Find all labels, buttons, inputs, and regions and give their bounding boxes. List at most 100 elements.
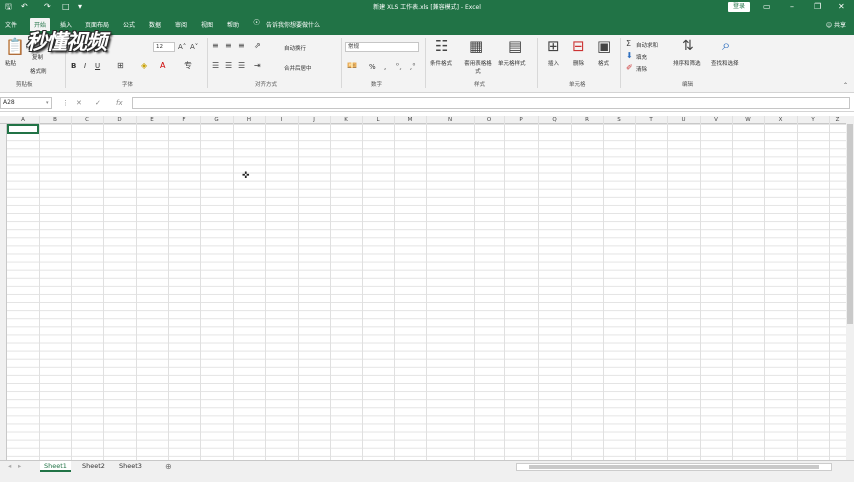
tab-file[interactable]: 文件 (5, 20, 17, 29)
align-center-icon[interactable]: ☰ (225, 61, 232, 71)
horizontal-scrollbar[interactable] (516, 463, 832, 471)
grow-font-icon[interactable]: A˄ (178, 42, 186, 52)
share-button[interactable]: ☺ 共享 (826, 20, 846, 29)
conditional-format-button[interactable]: 条件格式 (430, 59, 452, 67)
underline-button[interactable]: U (95, 62, 100, 70)
column-header-p[interactable]: P (504, 116, 538, 124)
tab-review[interactable]: 审阅 (175, 20, 187, 29)
comma-button[interactable]: , (384, 63, 386, 71)
login-button[interactable]: 登录 (728, 2, 750, 12)
column-header-l[interactable]: L (362, 116, 394, 124)
ribbon-display-icon[interactable]: ▭ (763, 1, 771, 13)
column-header-d[interactable]: D (103, 116, 136, 124)
sheet-tab-2[interactable]: Sheet2 (78, 461, 109, 472)
format-as-table-icon[interactable]: ▦ (469, 39, 483, 54)
paste-button[interactable]: 粘贴 (5, 59, 16, 67)
cell-styles-icon[interactable]: ▤ (508, 39, 522, 54)
merge-center-button[interactable]: 合并后居中 (284, 64, 312, 72)
column-header-e[interactable]: E (136, 116, 168, 124)
column-header-v[interactable]: V (700, 116, 732, 124)
format-cells-button[interactable]: 格式 (598, 59, 609, 67)
row-headers[interactable] (0, 124, 7, 460)
column-header-y[interactable]: Y (797, 116, 829, 124)
column-header-x[interactable]: X (764, 116, 797, 124)
restore-icon[interactable]: ❐ (814, 1, 821, 13)
cell-styles-button[interactable]: 单元格样式 (498, 59, 526, 67)
plus-circle-icon[interactable]: ⊕ (161, 461, 176, 472)
insert-function-button[interactable]: fx (116, 97, 123, 109)
next-sheet-icon[interactable]: ▸ (14, 461, 25, 472)
column-header-u[interactable]: U (667, 116, 700, 124)
column-header-s[interactable]: S (603, 116, 635, 124)
align-middle-icon[interactable]: ≡ (225, 41, 232, 51)
tab-view[interactable]: 视图 (201, 20, 213, 29)
column-header-a[interactable]: A (7, 116, 39, 124)
cell-grid[interactable] (0, 124, 846, 460)
italic-button[interactable]: I (84, 62, 86, 70)
formula-input[interactable] (132, 97, 850, 109)
minimize-icon[interactable]: – (790, 1, 794, 13)
column-header-n[interactable]: N (426, 116, 474, 124)
percent-button[interactable]: % (369, 63, 376, 71)
find-select-button[interactable]: 查找和选择 (711, 59, 739, 67)
tab-formulas[interactable]: 公式 (123, 20, 135, 29)
column-header-q[interactable]: Q (538, 116, 571, 124)
align-bottom-icon[interactable]: ≡ (238, 41, 245, 51)
column-header-t[interactable]: T (635, 116, 667, 124)
borders-icon[interactable]: ⊞ (117, 61, 124, 71)
delete-cells-icon[interactable]: ⊟ (572, 39, 585, 54)
enter-icon[interactable]: ✓ (95, 97, 101, 109)
align-top-icon[interactable]: ≡ (212, 41, 219, 51)
column-header-h[interactable]: H (233, 116, 265, 124)
column-header-w[interactable]: W (732, 116, 764, 124)
indent-icon[interactable]: ⇥ (254, 61, 261, 71)
paste-icon[interactable]: 📋 (5, 39, 25, 55)
clear-button[interactable]: 清除 (636, 65, 647, 73)
font-color-icon[interactable]: A (160, 61, 165, 71)
column-header-g[interactable]: G (200, 116, 233, 124)
bold-button[interactable]: B (71, 62, 76, 70)
collapse-ribbon-icon[interactable]: ⌃ (843, 81, 848, 91)
sheet-tab-1[interactable]: Sheet1 (40, 461, 71, 472)
orientation-icon[interactable]: ⇗ (254, 41, 261, 51)
sort-filter-button[interactable]: 排序和筛选 (673, 59, 701, 67)
currency-icon[interactable]: 💴 (347, 61, 357, 71)
conditional-format-icon[interactable]: ☷ (435, 39, 448, 54)
search-icon[interactable]: ⌕ (722, 38, 730, 53)
sheet-tab-3[interactable]: Sheet3 (115, 461, 146, 472)
fill-color-icon[interactable]: ◈ (141, 61, 147, 71)
align-right-icon[interactable]: ☰ (238, 61, 245, 71)
name-box-dropdown-icon[interactable]: ▾ (46, 97, 49, 109)
vertical-scroll-thumb[interactable] (847, 124, 853, 324)
increase-decimal-icon[interactable]: ⁰¸ (396, 61, 402, 71)
horizontal-scroll-thumb[interactable] (529, 465, 819, 469)
decrease-decimal-icon[interactable]: ¸⁰ (409, 61, 415, 71)
font-size-select[interactable]: 12 (153, 42, 175, 52)
active-cell[interactable] (7, 124, 39, 134)
sort-filter-icon[interactable]: ⇅ (682, 39, 694, 53)
cancel-icon[interactable]: ✕ (76, 97, 82, 109)
column-header-c[interactable]: C (71, 116, 103, 124)
format-cells-icon[interactable]: ▣ (597, 39, 611, 54)
phonetic-icon[interactable]: 专 (184, 61, 192, 71)
drag-handle-icon[interactable]: ⋮ (62, 97, 69, 109)
insert-cells-icon[interactable]: ⊞ (547, 39, 560, 54)
column-header-r[interactable]: R (571, 116, 603, 124)
column-header-b[interactable]: B (39, 116, 71, 124)
column-header-f[interactable]: F (168, 116, 200, 124)
vertical-scrollbar[interactable] (846, 116, 854, 460)
wrap-text-button[interactable]: 自动换行 (284, 44, 306, 52)
column-header-m[interactable]: M (394, 116, 426, 124)
column-header-i[interactable]: I (265, 116, 298, 124)
autosum-button[interactable]: 自动求和 (636, 41, 658, 49)
tell-me-search[interactable]: 告诉我你想要做什么 (266, 20, 320, 29)
format-as-table-button[interactable]: 套用表格格式 (462, 59, 494, 75)
fill-button[interactable]: 填充 (636, 53, 647, 61)
name-box[interactable]: A28 (0, 97, 52, 109)
column-header-z[interactable]: Z (829, 116, 846, 124)
column-header-j[interactable]: J (298, 116, 330, 124)
format-painter-button[interactable]: 格式刷 (30, 67, 47, 75)
tab-help[interactable]: 帮助 (227, 20, 239, 29)
tab-data[interactable]: 数据 (149, 20, 161, 29)
close-icon[interactable]: ✕ (838, 1, 845, 13)
